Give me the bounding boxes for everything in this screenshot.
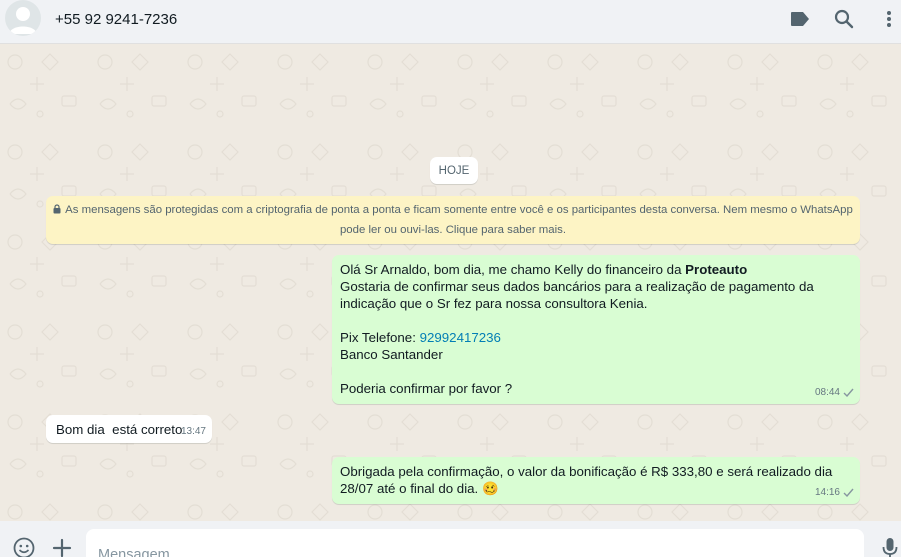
- menu-icon[interactable]: [878, 8, 900, 30]
- chat-area[interactable]: HOJE As mensagens são protegidas com a c…: [0, 44, 901, 521]
- message-text: Pix Telefone: 92992417236: [340, 330, 501, 345]
- search-icon[interactable]: [833, 8, 855, 30]
- message-meta: 08:44: [815, 384, 854, 401]
- date-divider: HOJE: [430, 157, 478, 184]
- message-text: Banco Santander: [340, 347, 443, 362]
- phone-link[interactable]: 92992417236: [420, 330, 501, 345]
- message-outgoing[interactable]: Olá Sr Arnaldo, bom dia, me chamo Kelly …: [332, 255, 860, 404]
- message-meta: 14:16: [815, 484, 854, 501]
- company-name: Proteauto: [685, 262, 748, 277]
- message-time: 14:16: [814, 487, 840, 498]
- message-time: 13:47: [180, 426, 206, 437]
- attach-plus-icon[interactable]: [50, 536, 74, 557]
- message-text: Poderia confirmar por favor ?: [340, 381, 513, 396]
- chat-header: +55 92 9241-7236: [0, 0, 901, 44]
- message-outgoing[interactable]: Obrigada pela confirmação, o valor da bo…: [332, 457, 860, 504]
- lock-icon: [53, 202, 61, 221]
- message-text: Olá Sr Arnaldo, bom dia, me chamo Kelly …: [340, 262, 748, 277]
- default-avatar-icon: [9, 7, 37, 34]
- compose-bar: [0, 521, 901, 557]
- single-check-icon: [843, 488, 854, 497]
- message-meta: 13:47: [181, 423, 206, 440]
- avatar[interactable]: [5, 0, 41, 36]
- message-incoming[interactable]: Bom dia está correto 13:47: [46, 415, 212, 443]
- emoji-icon[interactable]: [12, 536, 36, 557]
- emoji-woozy: 🥴: [481, 481, 499, 496]
- encryption-notice-text: As mensagens são protegidas com a cripto…: [65, 204, 853, 236]
- message-text: Gostaria de confirmar seus dados bancári…: [340, 279, 818, 311]
- message-time: 08:44: [814, 387, 840, 398]
- message-input[interactable]: [86, 529, 864, 557]
- encryption-notice[interactable]: As mensagens são protegidas com a cripto…: [46, 196, 860, 244]
- microphone-icon[interactable]: [878, 536, 901, 557]
- label-icon[interactable]: [789, 8, 811, 30]
- message-text: Obrigada pela confirmação, o valor da bo…: [340, 464, 836, 496]
- contact-name[interactable]: +55 92 9241-7236: [55, 11, 177, 28]
- single-check-icon: [843, 388, 854, 397]
